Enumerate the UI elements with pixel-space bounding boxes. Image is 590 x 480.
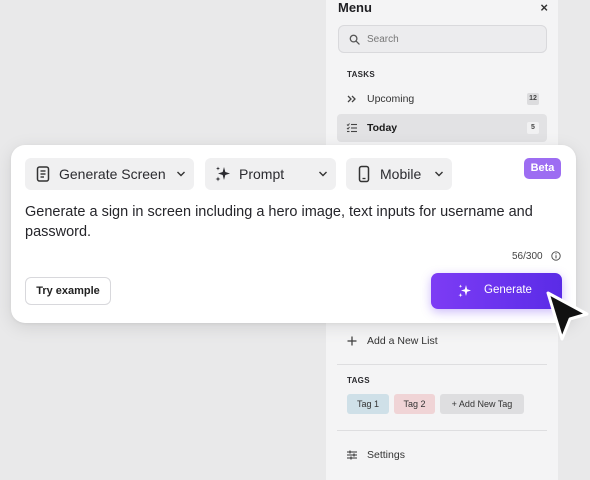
menu-header: Menu × [338, 0, 548, 18]
device-dropdown[interactable]: Mobile [346, 158, 452, 190]
tag-chip-1[interactable]: Tag 1 [347, 394, 389, 414]
checklist-icon [346, 123, 357, 133]
divider [337, 430, 547, 431]
tag-chip-2[interactable]: Tag 2 [394, 394, 435, 414]
menu-title: Menu [338, 0, 372, 15]
tasks-heading: TASKS [347, 70, 376, 79]
search-icon [349, 34, 360, 45]
search-box[interactable] [338, 25, 547, 53]
count-badge: 5 [527, 122, 539, 134]
beta-badge: Beta [524, 158, 561, 179]
screen-type-dropdown[interactable]: Generate Screen [25, 158, 194, 190]
search-input[interactable] [367, 31, 537, 47]
sliders-icon [347, 450, 357, 460]
tags-heading: TAGS [347, 376, 370, 385]
divider [337, 364, 547, 365]
mouse-cursor-icon [546, 291, 589, 341]
chevron-down-icon [435, 171, 443, 177]
mode-dropdown[interactable]: Prompt [205, 158, 336, 190]
chevron-down-icon [177, 171, 185, 177]
sparkle-icon [215, 166, 230, 182]
sidebar-item-upcoming[interactable]: Upcoming 12 [337, 85, 547, 113]
generator-card: Generate Screen Prompt Mobile Beta Gener… [11, 145, 576, 323]
sidebar-item-today[interactable]: Today 5 [337, 114, 547, 142]
dropdown-label: Generate Screen [59, 166, 166, 182]
close-icon[interactable]: × [540, 0, 548, 15]
plus-icon [347, 336, 357, 346]
generate-label: Generate [484, 284, 532, 296]
sparkle-icon [458, 284, 471, 298]
prompt-input[interactable]: Generate a sign in screen including a he… [25, 202, 555, 242]
double-chevron-right-icon [347, 95, 356, 103]
add-list-button[interactable]: Add a New List [337, 327, 547, 355]
mobile-phone-icon [358, 165, 370, 183]
document-icon [36, 166, 50, 182]
sidebar-item-label: Today [367, 122, 398, 134]
count-badge: 12 [527, 93, 539, 105]
try-example-button[interactable]: Try example [25, 277, 111, 305]
chevron-down-icon [319, 171, 327, 177]
dropdown-label: Mobile [380, 166, 422, 182]
sidebar-item-label: Settings [367, 449, 405, 461]
sidebar-item-label: Upcoming [367, 93, 415, 105]
add-tag-button[interactable]: + Add New Tag [440, 394, 524, 414]
dropdown-label: Prompt [239, 166, 285, 182]
character-counter: 56/300 [512, 251, 543, 262]
add-list-label: Add a New List [367, 335, 438, 347]
sidebar-item-settings[interactable]: Settings [337, 441, 547, 469]
info-icon[interactable] [551, 251, 561, 261]
